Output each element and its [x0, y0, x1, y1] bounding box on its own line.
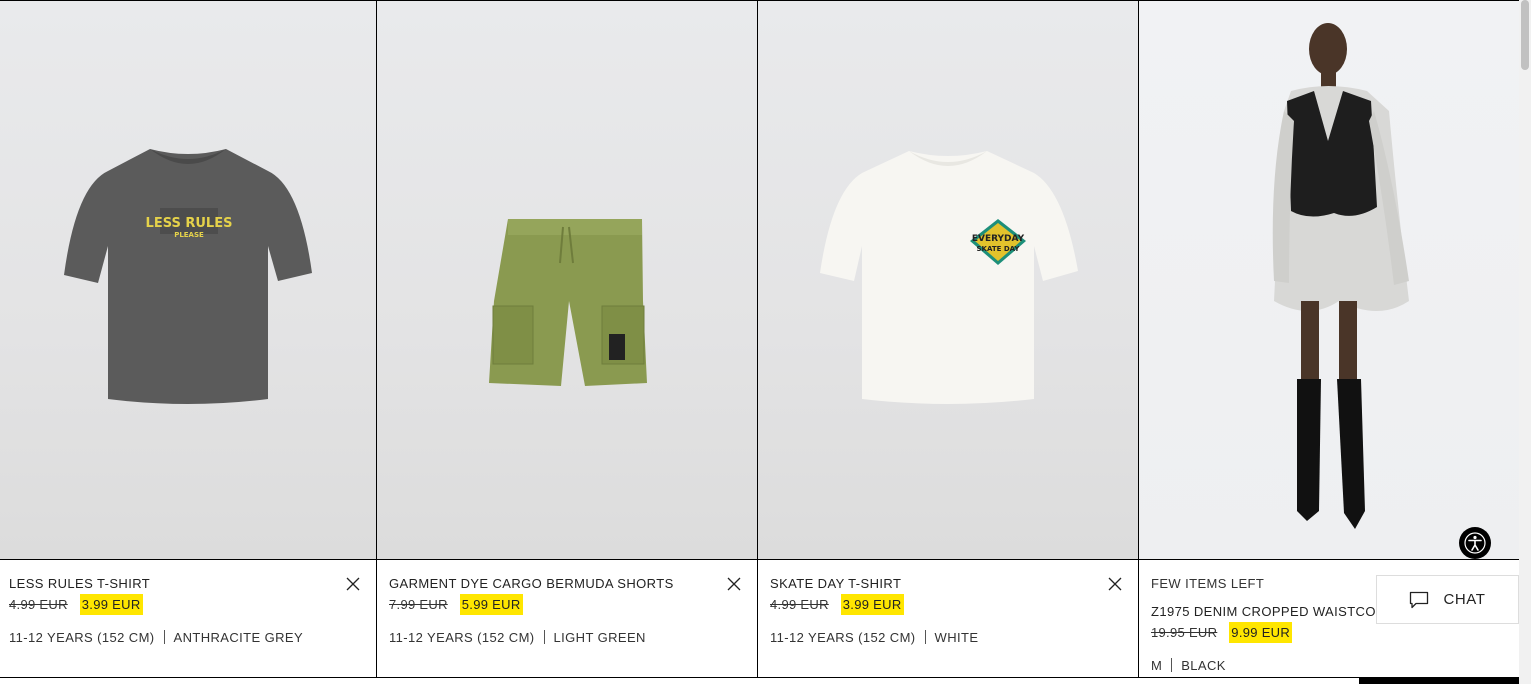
- price-row: 7.99 EUR 5.99 EUR: [389, 594, 523, 615]
- product-name[interactable]: Z1975 DENIM CROPPED WAISTCOAT: [1151, 604, 1376, 619]
- original-price: 4.99 EUR: [770, 597, 829, 612]
- variant-info: 11-12 YEARS (152 CM) WHITE: [770, 630, 978, 645]
- product-name[interactable]: LESS RULES T-SHIRT: [9, 576, 150, 591]
- tshirt-print-subtext: PLEASE: [174, 231, 204, 239]
- product-image[interactable]: LESS RULES PLEASE: [0, 1, 376, 560]
- close-icon: [346, 577, 360, 591]
- price-row: 4.99 EUR 3.99 EUR: [770, 594, 904, 615]
- price-row: 19.95 EUR 9.99 EUR: [1151, 622, 1293, 643]
- variant-size: 11-12 YEARS (152 CM): [770, 630, 916, 645]
- product-name[interactable]: SKATE DAY T-SHIRT: [770, 576, 901, 591]
- variant-size: 11-12 YEARS (152 CM): [9, 630, 155, 645]
- variant-separator: [1171, 658, 1173, 672]
- variant-color: ANTHRACITE GREY: [173, 630, 304, 645]
- stock-badge: FEW ITEMS LEFT: [1151, 576, 1265, 591]
- variant-separator: [924, 630, 926, 644]
- variant-color: LIGHT GREEN: [553, 630, 646, 645]
- product-card[interactable]: EVERYDAY SKATE DAY SKATE DAY T-SHIRT 4.9…: [758, 1, 1139, 677]
- accessibility-icon: [1464, 532, 1486, 554]
- product-card[interactable]: LESS RULES PLEASE LESS RULES T-SHIRT 4.9…: [0, 1, 377, 677]
- original-price: 4.99 EUR: [9, 597, 68, 612]
- scrollbar-thumb[interactable]: [1521, 0, 1529, 70]
- sale-price: 5.99 EUR: [459, 594, 523, 615]
- page-scrollbar[interactable]: [1519, 0, 1531, 684]
- sale-price: 3.99 EUR: [79, 594, 143, 615]
- chat-label: CHAT: [1443, 591, 1486, 608]
- tshirt-print-text: LESS RULES: [146, 216, 233, 231]
- tshirt-print-subtext: SKATE DAY: [977, 245, 1021, 253]
- original-price: 19.95 EUR: [1151, 625, 1218, 640]
- product-info: LESS RULES T-SHIRT 4.99 EUR 3.99 EUR 11-…: [0, 561, 376, 677]
- chat-button[interactable]: CHAT: [1376, 575, 1519, 624]
- variant-size: M: [1151, 658, 1163, 673]
- variant-info: 11-12 YEARS (152 CM) LIGHT GREEN: [389, 630, 646, 645]
- variant-separator: [163, 630, 165, 644]
- tshirt-print-text: EVERYDAY: [972, 234, 1025, 244]
- product-image[interactable]: EVERYDAY SKATE DAY: [758, 1, 1138, 560]
- variant-color: BLACK: [1181, 658, 1226, 673]
- price-row: 4.99 EUR 3.99 EUR: [9, 594, 143, 615]
- chat-bubble-icon: [1410, 591, 1429, 608]
- variant-size: 11-12 YEARS (152 CM): [389, 630, 535, 645]
- product-name[interactable]: GARMENT DYE CARGO BERMUDA SHORTS: [389, 576, 674, 591]
- remove-item-button[interactable]: [726, 576, 742, 592]
- original-price: 7.99 EUR: [389, 597, 448, 612]
- remove-item-button[interactable]: [345, 576, 361, 592]
- product-name-clip: Z1975 DENIM CROPPED WAISTCOAT: [1151, 604, 1376, 619]
- product-grid: LESS RULES PLEASE LESS RULES T-SHIRT 4.9…: [0, 1, 1519, 678]
- bottom-edge-bar: [1359, 678, 1519, 684]
- product-card[interactable]: GARMENT DYE CARGO BERMUDA SHORTS 7.99 EU…: [377, 1, 758, 677]
- close-icon: [727, 577, 741, 591]
- product-info: SKATE DAY T-SHIRT 4.99 EUR 3.99 EUR 11-1…: [758, 561, 1138, 677]
- product-info: GARMENT DYE CARGO BERMUDA SHORTS 7.99 EU…: [377, 561, 757, 677]
- variant-info: M BLACK: [1151, 658, 1226, 673]
- product-image[interactable]: [377, 1, 757, 560]
- remove-item-button[interactable]: [1107, 576, 1123, 592]
- variant-separator: [543, 630, 545, 644]
- sale-price: 3.99 EUR: [840, 594, 904, 615]
- product-image[interactable]: [1139, 1, 1519, 560]
- close-icon: [1108, 577, 1122, 591]
- variant-info: 11-12 YEARS (152 CM) ANTHRACITE GREY: [9, 630, 303, 645]
- accessibility-button[interactable]: [1459, 527, 1491, 559]
- variant-color: WHITE: [934, 630, 979, 645]
- sale-price: 9.99 EUR: [1229, 622, 1293, 643]
